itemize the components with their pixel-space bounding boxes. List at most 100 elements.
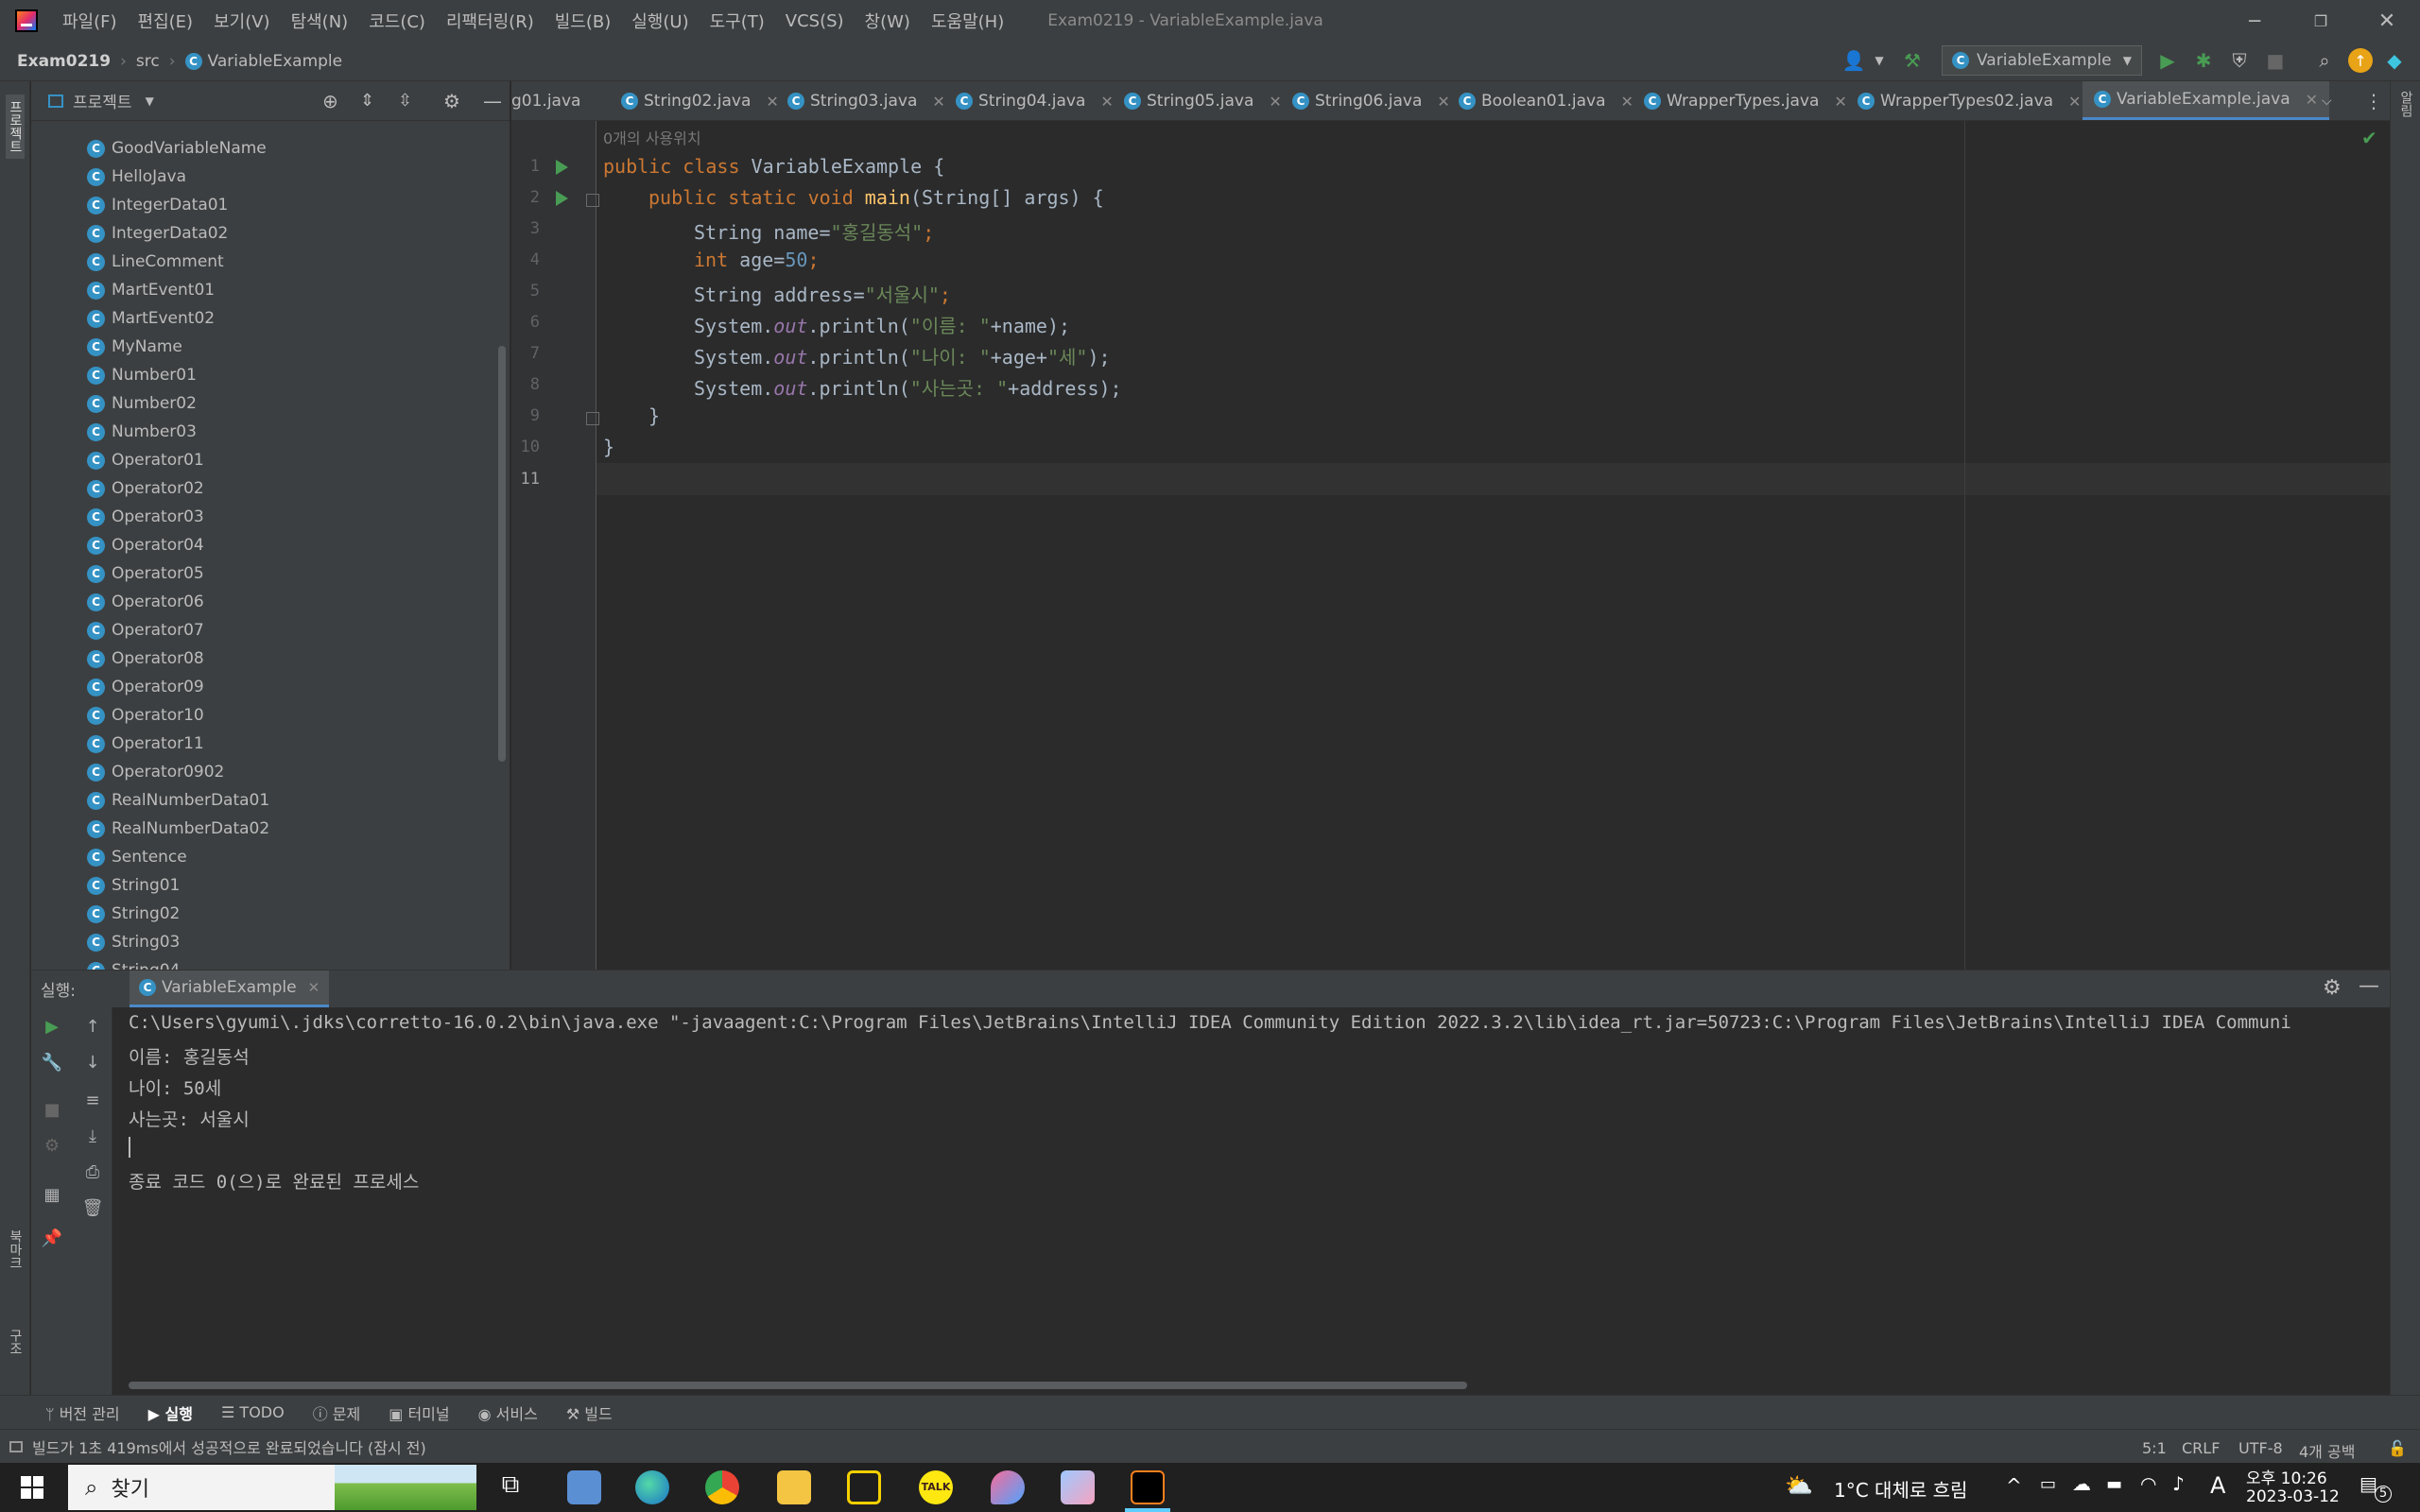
stop-icon[interactable]: ■ (2263, 48, 2288, 73)
line-separator[interactable]: CRLF (2182, 1439, 2220, 1457)
build-hammer-icon[interactable]: ⚒ (1900, 48, 1925, 73)
trash-icon[interactable]: 🗑 (81, 1196, 104, 1219)
tab-boolean01[interactable]: C Boolean01.java ✕ (1459, 81, 1634, 120)
project-tree-item[interactable]: C MyName (87, 333, 182, 361)
wrench-icon[interactable]: 🔧 (41, 1051, 63, 1074)
tool-tab-run[interactable]: ▶ 실행 (148, 1401, 193, 1424)
tool-tab-terminal[interactable]: ▣ 터미널 (389, 1401, 449, 1424)
task-view-icon[interactable]: ⧉ (493, 1470, 527, 1504)
print-icon[interactable]: ⎙ (81, 1160, 104, 1183)
console-horizontal-scrollbar[interactable] (129, 1382, 1467, 1389)
project-tree-item[interactable]: C GoodVariableName (87, 134, 267, 163)
project-tree-item[interactable]: C String02 (87, 900, 180, 928)
project-tree-item[interactable]: C Operator03 (87, 503, 204, 531)
locate-icon[interactable]: ⊕ (322, 90, 338, 112)
tab-string06[interactable]: C String06.java ✕ (1292, 81, 1450, 120)
tab-g01[interactable]: g01.java (511, 81, 580, 120)
clock-time[interactable]: 오후 10:26 (2246, 1465, 2327, 1488)
toolbox-icon[interactable]: ◆ (2382, 48, 2407, 73)
hide-panel-icon[interactable]: — (483, 90, 502, 112)
close-tab-icon[interactable]: ✕ (1269, 93, 1281, 111)
chevron-down-icon[interactable]: ▼ (1867, 48, 1892, 73)
project-tree-item[interactable]: C Number03 (87, 418, 197, 446)
weather-text[interactable]: 1°C 대체로 흐림 (1834, 1475, 1967, 1503)
windows-start-icon[interactable] (21, 1476, 43, 1499)
project-tree-item[interactable]: C Sentence (87, 843, 187, 871)
project-tree-item[interactable]: C Number02 (87, 389, 197, 418)
close-tab-icon[interactable]: ✕ (308, 979, 320, 996)
app-icon[interactable] (991, 1470, 1025, 1504)
restore-layout-icon[interactable]: ⚙ (41, 1134, 63, 1157)
menu-navigate[interactable]: 탐색(N) (291, 9, 349, 33)
fold-marker-icon[interactable] (586, 194, 599, 207)
desktop-app-icon[interactable] (567, 1470, 601, 1504)
project-tree-item[interactable]: C MartEvent01 (87, 276, 215, 304)
chevron-down-icon[interactable]: ▼ (146, 94, 154, 108)
tab-wrappertypes02[interactable]: C WrapperTypes02.java ✕ (1858, 81, 2081, 120)
battery-icon[interactable]: ▬ (2106, 1474, 2122, 1494)
chrome-icon[interactable] (705, 1470, 739, 1504)
tab-string02[interactable]: C String02.java ✕ (621, 81, 779, 120)
meet-icon[interactable]: ▭ (2040, 1474, 2056, 1494)
menu-edit[interactable]: 편집(E) (138, 9, 194, 33)
search-icon[interactable]: ⌕ (2312, 48, 2337, 73)
volume-icon[interactable]: ♪ (2172, 1472, 2185, 1495)
tab-wrappertypes[interactable]: C WrapperTypes.java ✕ (1644, 81, 1847, 120)
project-tree-item[interactable]: C RealNumberData01 (87, 786, 269, 815)
stop-icon[interactable]: ■ (41, 1098, 63, 1121)
edge-icon[interactable] (635, 1470, 669, 1504)
close-tab-icon[interactable]: ✕ (1100, 93, 1113, 111)
close-tab-icon[interactable]: ✕ (1437, 93, 1449, 111)
run-class-gutter-icon[interactable] (556, 160, 568, 175)
project-tree-item[interactable]: C IntegerData01 (87, 191, 228, 219)
menu-code[interactable]: 코드(C) (369, 9, 425, 33)
project-tree-item[interactable]: C String04 (87, 956, 180, 970)
soft-wrap-icon[interactable]: ≡ (81, 1089, 104, 1111)
indent-setting[interactable]: 4개 공백 (2299, 1439, 2355, 1462)
scroll-to-end-icon[interactable]: ⤓ (81, 1125, 104, 1147)
paint-icon[interactable] (1061, 1470, 1095, 1504)
project-tree-item[interactable]: C LineComment (87, 248, 224, 276)
project-tree-item[interactable]: C HelloJava (87, 163, 186, 191)
coverage-icon[interactable]: ⛨ (2227, 48, 2252, 73)
project-tree-item[interactable]: C Operator04 (87, 531, 204, 559)
menu-vcs[interactable]: VCS(S) (786, 11, 844, 31)
tool-tab-services[interactable]: ◉ 서비스 (478, 1401, 538, 1424)
structure-tool-button[interactable]: 구조 (6, 1329, 25, 1355)
status-panel-icon[interactable] (9, 1440, 23, 1452)
arrow-up-icon[interactable]: ↑ (81, 1015, 104, 1038)
project-tree-item[interactable]: C Operator08 (87, 644, 204, 673)
taskbar-search-input[interactable]: ⌕ 찾기 (68, 1465, 476, 1510)
caret-position[interactable]: 5:1 (2142, 1439, 2167, 1457)
bookmarks-tool-button[interactable]: 북마크 (6, 1229, 25, 1269)
run-main-gutter-icon[interactable] (556, 191, 568, 206)
clock-date[interactable]: 2023-03-12 (2246, 1487, 2340, 1506)
sticky-notes-icon[interactable] (847, 1470, 881, 1504)
close-tab-icon[interactable]: ✕ (932, 93, 944, 111)
inspection-ok-icon[interactable]: ✔ (2361, 127, 2377, 149)
project-tree-item[interactable]: C Operator02 (87, 474, 204, 503)
project-tool-button[interactable]: 프로젝트 (6, 94, 25, 159)
project-tree-item[interactable]: C MartEvent02 (87, 304, 215, 333)
menu-build[interactable]: 빌드(B) (555, 9, 612, 33)
close-tab-icon[interactable]: ✕ (766, 93, 778, 111)
lock-icon[interactable]: 🔓 (2388, 1439, 2407, 1457)
pin-icon[interactable]: 📌 (41, 1227, 63, 1249)
run-tab[interactable]: C VariableExample ✕ (130, 971, 330, 1008)
project-tree-item[interactable]: C Operator09 (87, 673, 204, 701)
debug-icon[interactable]: ✱ (2191, 48, 2216, 73)
tool-tab-build[interactable]: ⚒ 빌드 (566, 1401, 613, 1424)
rerun-icon[interactable]: ▶ (41, 1015, 63, 1038)
tab-list-chevron-icon[interactable]: ⌵ (2322, 81, 2332, 120)
run-icon[interactable]: ▶ (2155, 48, 2180, 73)
project-panel-title[interactable]: 프로젝트 (73, 89, 132, 112)
hide-panel-icon[interactable]: — (2359, 974, 2379, 998)
menu-file[interactable]: 파일(F) (62, 9, 117, 33)
project-tree-item[interactable]: C Number01 (87, 361, 197, 389)
tool-tab-problems[interactable]: ⓘ 문제 (313, 1401, 361, 1424)
project-tree-item[interactable]: C Operator10 (87, 701, 204, 730)
project-tree-item[interactable]: C RealNumberData02 (87, 815, 269, 843)
run-configuration-select[interactable]: C VariableExample ▼ (1942, 45, 2142, 76)
project-tree-item[interactable]: C Operator01 (87, 446, 204, 474)
gear-icon[interactable]: ⚙ (2323, 976, 2342, 1000)
